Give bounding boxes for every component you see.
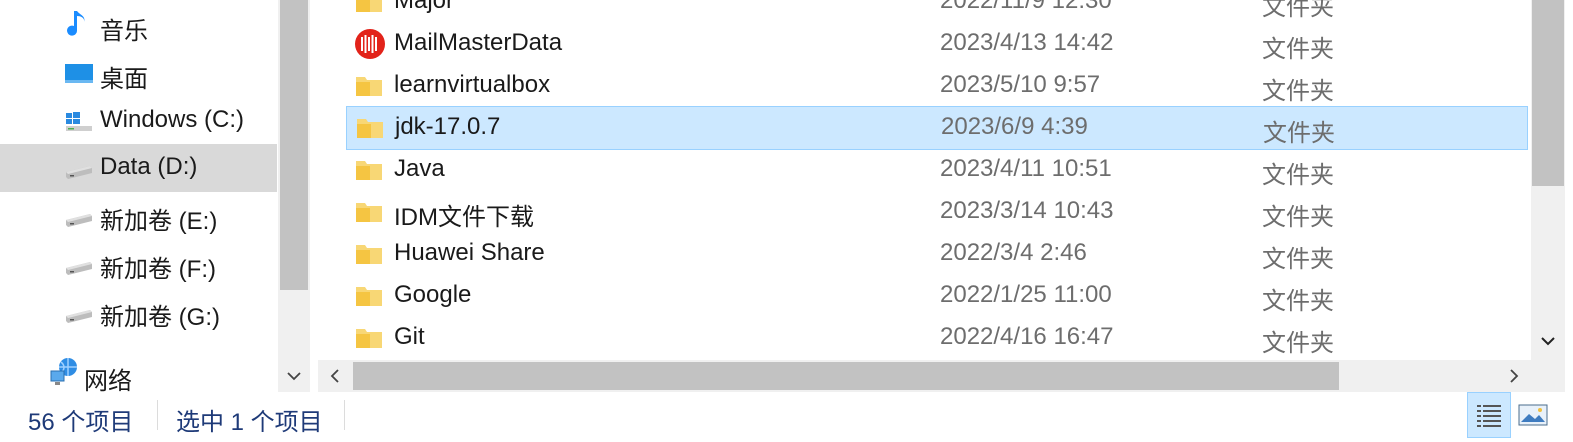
file-name: learnvirtualbox <box>394 71 551 98</box>
nav-item-label: 桌面 <box>100 66 148 93</box>
folder-icon <box>356 329 382 348</box>
nav-item-label: Data (D:) <box>100 153 198 180</box>
file-name: jdk-17.0.7 <box>395 113 501 140</box>
nav-item-windows-c[interactable]: Windows (C:) <box>0 97 277 145</box>
drive-icon <box>64 156 94 184</box>
file-row[interactable]: learnvirtualbox 2023/5/10 9:57 文件夹 <box>346 65 1528 107</box>
scrollbar-corner <box>1531 360 1565 392</box>
file-row[interactable]: IDM文件下载 2023/3/14 10:43 文件夹 <box>346 191 1528 233</box>
file-row[interactable]: Huawei Share 2022/3/4 2:46 文件夹 <box>346 233 1528 275</box>
nav-item-desktop[interactable]: 桌面 <box>0 50 277 98</box>
file-name: MailMasterData <box>394 29 563 56</box>
details-view-button[interactable] <box>1467 392 1511 438</box>
nav-item-data-d[interactable]: Data (D:) <box>0 144 277 192</box>
status-bar: 56 个项目 选中 1 个项目 <box>0 392 1573 442</box>
nav-item-label: 音乐 <box>100 18 148 45</box>
nav-item-label: Windows (C:) <box>100 106 245 133</box>
file-type: 文件夹 <box>1262 78 1334 105</box>
nav-item-e[interactable]: 新加卷 (E:) <box>0 192 277 240</box>
horizontal-scrollbar-thumb[interactable] <box>353 362 1339 390</box>
file-name: Major <box>394 0 455 14</box>
details-view-icon <box>1477 405 1501 427</box>
file-type: 文件夹 <box>1262 0 1334 21</box>
nav-item-f[interactable]: 新加卷 (F:) <box>0 240 277 288</box>
file-row[interactable]: MailMasterData 2023/4/13 14:42 文件夹 <box>346 23 1528 65</box>
large-icons-view-button[interactable] <box>1516 396 1550 434</box>
status-divider <box>344 400 345 430</box>
mailmaster-icon <box>355 29 385 59</box>
windows-drive-icon <box>64 107 94 135</box>
file-type: 文件夹 <box>1262 288 1334 315</box>
music-note-icon <box>64 10 92 38</box>
chevron-left-icon[interactable] <box>318 360 352 392</box>
file-name: Huawei Share <box>394 239 545 266</box>
file-date: 2023/4/11 10:51 <box>940 155 1112 182</box>
folder-icon <box>356 161 382 180</box>
file-type: 文件夹 <box>1262 36 1334 63</box>
folder-icon <box>356 245 382 264</box>
file-type: 文件夹 <box>1262 246 1334 273</box>
file-row[interactable]: Java 2023/4/11 10:51 文件夹 <box>346 149 1528 191</box>
network-icon <box>48 356 80 388</box>
file-name: Git <box>394 323 425 350</box>
chevron-down-icon[interactable] <box>1531 324 1565 358</box>
drive-icon <box>64 252 94 280</box>
chevron-right-icon[interactable] <box>1497 360 1531 392</box>
folder-icon <box>356 203 382 222</box>
drive-icon <box>64 300 94 328</box>
nav-item-g[interactable]: 新加卷 (G:) <box>0 288 277 336</box>
file-list: Major 2022/11/9 12:30 文件夹 MailMasterData… <box>318 0 1531 360</box>
file-date: 2022/1/25 11:00 <box>940 281 1112 308</box>
folder-icon <box>356 77 382 96</box>
navigation-pane: 音乐 桌面 Windows (C:) Data (D:) 新加卷 (E:) 新加… <box>0 0 278 395</box>
nav-item-label: 新加卷 (F:) <box>100 256 216 283</box>
nav-item-label: 网络 <box>84 368 132 395</box>
drive-icon <box>64 204 94 232</box>
file-date: 2023/5/10 9:57 <box>940 71 1101 98</box>
item-count: 56 个项目 <box>28 409 134 436</box>
nav-scrollbar[interactable] <box>278 0 310 392</box>
nav-scrollbar-thumb[interactable] <box>280 0 308 290</box>
nav-item-music[interactable]: 音乐 <box>0 2 277 50</box>
file-row[interactable]: Major 2022/11/9 12:30 文件夹 <box>346 0 1528 23</box>
vertical-scrollbar-thumb[interactable] <box>1532 0 1564 186</box>
chevron-down-icon[interactable] <box>278 360 310 392</box>
file-date: 2022/3/4 2:46 <box>940 239 1087 266</box>
folder-icon <box>357 119 383 138</box>
file-date: 2022/11/9 12:30 <box>940 0 1112 14</box>
file-list-vertical-scrollbar[interactable] <box>1531 0 1565 360</box>
file-date: 2022/4/16 16:47 <box>940 323 1114 350</box>
file-name: IDM文件下载 <box>394 204 534 231</box>
folder-icon <box>356 287 382 306</box>
file-type: 文件夹 <box>1263 120 1335 147</box>
large-icons-view-icon <box>1518 404 1548 426</box>
file-row[interactable]: Google 2022/1/25 11:00 文件夹 <box>346 275 1528 317</box>
file-date: 2023/6/9 4:39 <box>941 113 1088 140</box>
file-type: 文件夹 <box>1262 162 1334 189</box>
folder-icon <box>356 0 382 12</box>
file-row-selected[interactable]: jdk-17.0.7 2023/6/9 4:39 文件夹 <box>346 106 1528 150</box>
desktop-icon <box>64 60 94 88</box>
nav-item-network[interactable]: 网络 <box>0 352 277 395</box>
file-date: 2023/3/14 10:43 <box>940 197 1114 224</box>
nav-item-label: 新加卷 (E:) <box>100 208 218 235</box>
file-row[interactable]: Git 2022/4/16 16:47 文件夹 <box>346 317 1528 359</box>
file-list-horizontal-scrollbar[interactable] <box>318 360 1531 392</box>
file-type: 文件夹 <box>1262 330 1334 357</box>
file-type: 文件夹 <box>1262 204 1334 231</box>
selected-count: 选中 1 个项目 <box>176 409 323 436</box>
file-name: Java <box>394 155 445 182</box>
file-date: 2023/4/13 14:42 <box>940 29 1114 56</box>
file-name: Google <box>394 281 472 308</box>
nav-item-label: 新加卷 (G:) <box>100 304 220 331</box>
status-divider <box>157 400 158 430</box>
